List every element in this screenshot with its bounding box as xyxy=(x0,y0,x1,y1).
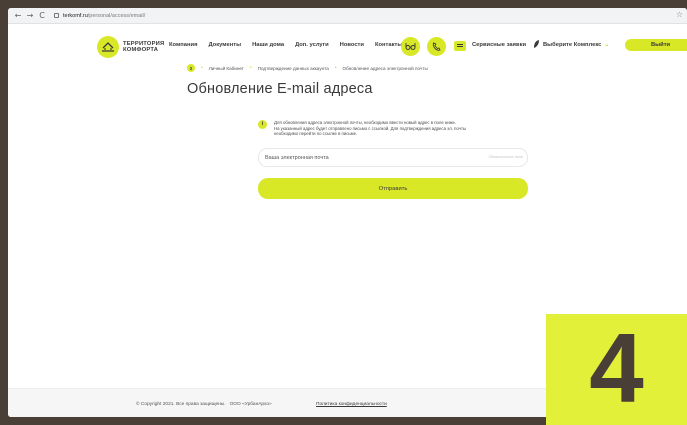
phone-icon xyxy=(432,42,441,51)
complex-select-label: Выберите Комплекс xyxy=(543,42,602,48)
nav-item-contacts[interactable]: Контакты xyxy=(375,42,402,48)
breadcrumb-separator: • xyxy=(334,65,337,71)
phone-button[interactable] xyxy=(427,37,446,56)
company-name: ООО «УрбанАрхо» xyxy=(229,402,272,407)
house-logo-glyph xyxy=(102,42,114,52)
page-title: Обновление E-mail адреса xyxy=(187,81,373,97)
step-number: 4 xyxy=(589,313,644,423)
info-message: Для обновления адреса электронной почты,… xyxy=(274,120,534,137)
footer-copyright: © Copyright 2021. Все права защищены. ОО… xyxy=(136,402,272,407)
breadcrumb-item-current: Обновление адреса электронной почты xyxy=(342,65,428,71)
breadcrumb-item-confirm[interactable]: Подтверждение данных аккаунта xyxy=(258,66,329,71)
logo-line-2: КОМФОРТА xyxy=(123,47,159,53)
url-host: terkomf.ru xyxy=(63,12,88,19)
logout-button[interactable]: Выйти xyxy=(625,39,687,51)
address-bar[interactable]: terkomf.ru/personal/access/email/ xyxy=(54,13,145,19)
service-requests-link[interactable]: Сервисные заявки xyxy=(472,42,526,48)
required-hint: Обязательное поле xyxy=(488,155,523,159)
leaf-icon xyxy=(534,40,539,48)
copyright-text: © Copyright 2021. Все права защищены. xyxy=(136,402,226,407)
back-arrow-icon[interactable]: ← xyxy=(12,8,24,24)
step-number-badge: 4 xyxy=(546,314,687,425)
nav-item-our-houses[interactable]: Наши дома xyxy=(252,42,284,48)
info-icon: i xyxy=(258,120,267,129)
nav-item-news[interactable]: Новости xyxy=(340,42,364,48)
site-logo[interactable]: ТЕРРИТОРИЯ КОМФОРТА xyxy=(97,36,164,58)
privacy-policy-link[interactable]: Политика конфиденциальности xyxy=(316,402,387,407)
reload-icon[interactable]: C xyxy=(36,8,48,24)
info-line-3: необходимо перейти по ссылке в письме. xyxy=(274,131,358,137)
breadcrumb-item-cabinet[interactable]: Личный Кабинет xyxy=(209,66,244,71)
nav-item-documents[interactable]: Документы xyxy=(208,42,241,48)
nav-item-company[interactable]: Компания xyxy=(169,42,197,48)
email-field[interactable]: Обязательное поле xyxy=(258,148,528,167)
complex-select[interactable]: Выберите Комплекс ⌄ xyxy=(543,42,609,48)
breadcrumb-home-badge[interactable]: 2 xyxy=(187,64,195,72)
site-header: ТЕРРИТОРИЯ КОМФОРТА Компания Документы Н… xyxy=(8,34,687,62)
glasses-icon xyxy=(405,43,416,50)
bookmark-star-icon[interactable]: ☆ xyxy=(676,10,683,19)
submit-button[interactable]: Отправить xyxy=(258,178,528,199)
chevron-down-icon: ⌄ xyxy=(604,42,610,48)
url-path: /personal/access/email/ xyxy=(87,12,146,19)
email-input[interactable] xyxy=(265,149,465,166)
breadcrumb-separator: • xyxy=(249,65,252,71)
lock-icon xyxy=(54,13,59,18)
accessibility-glasses-button[interactable] xyxy=(401,37,420,56)
house-logo-icon xyxy=(97,36,119,58)
main-nav: Компания Документы Наши дома Доп. услуги… xyxy=(169,42,413,48)
logo-text: ТЕРРИТОРИЯ КОМФОРТА xyxy=(123,41,164,54)
service-requests-icon xyxy=(454,41,466,51)
nav-item-extra-services[interactable]: Доп. услуги xyxy=(295,42,329,48)
forward-arrow-icon[interactable]: → xyxy=(24,8,36,24)
browser-toolbar: ← → C terkomf.ru/personal/access/email/ … xyxy=(8,8,687,24)
breadcrumb-separator: • xyxy=(201,65,203,71)
breadcrumb: 2 • Личный Кабинет • Подтверждение данны… xyxy=(187,64,428,72)
